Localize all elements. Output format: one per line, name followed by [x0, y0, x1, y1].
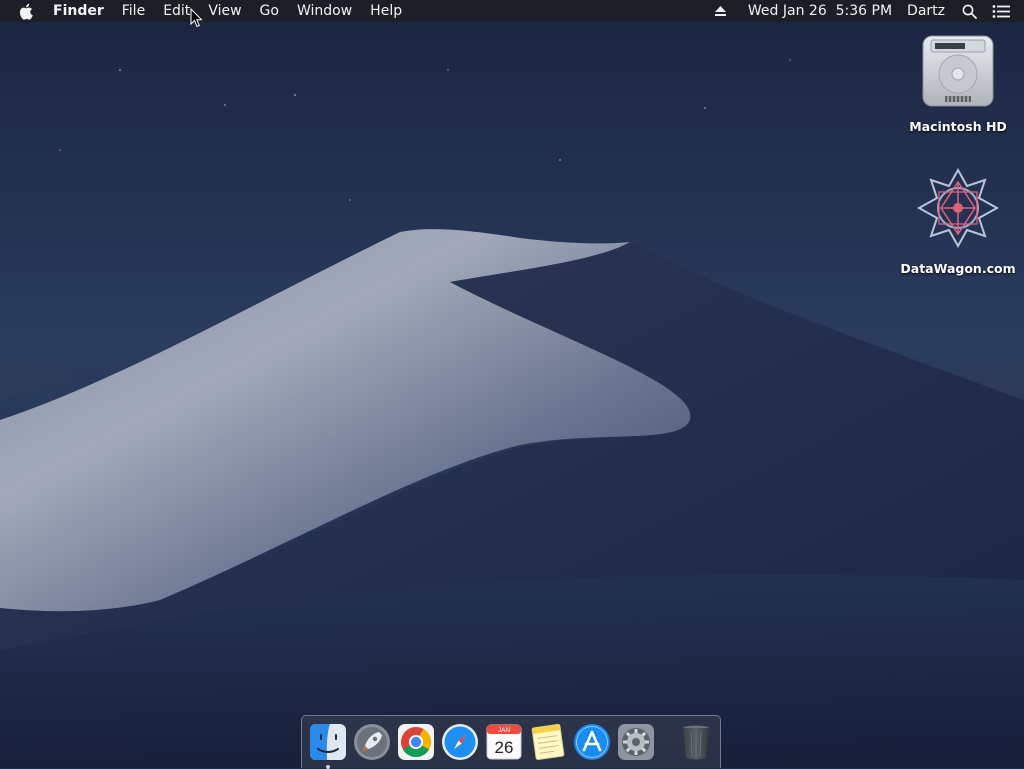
dock-item-calendar[interactable]: JAN 26	[485, 723, 523, 761]
spotlight-button[interactable]	[952, 0, 984, 22]
apple-menu[interactable]	[0, 0, 44, 22]
mouse-pointer-icon	[190, 8, 203, 28]
desktop-wallpaper[interactable]	[0, 0, 1024, 768]
finder-icon	[310, 724, 346, 760]
notification-center-icon	[992, 4, 1010, 18]
gear-icon	[618, 724, 654, 760]
menubar-user[interactable]: Dartz	[899, 0, 952, 22]
desktop-icon-label: DataWagon.com	[900, 261, 1016, 276]
dock-item-trash[interactable]	[677, 723, 715, 761]
dock-item-chrome[interactable]	[397, 723, 435, 761]
menu-go[interactable]: Go	[251, 0, 288, 22]
desktop-icon-macintosh-hd[interactable]: Macintosh HD	[898, 32, 1018, 134]
running-indicator	[326, 765, 330, 769]
trash-icon	[683, 725, 709, 760]
menu-view[interactable]: View	[199, 0, 250, 22]
menu-help[interactable]: Help	[361, 0, 411, 22]
desktop-icon-datawagon[interactable]: DataWagon.com	[898, 167, 1018, 276]
menubar-clock[interactable]: Wed Jan 26 5:36 PM	[734, 0, 899, 22]
calendar-day-label: 26	[495, 738, 514, 757]
calendar-month-label: JAN	[498, 727, 511, 734]
mojave-dunes-image	[0, 0, 1024, 768]
menu-bar: Finder File Edit View Go Window Help Wed…	[0, 0, 1024, 22]
apple-logo-icon	[19, 3, 33, 20]
launchpad-rocket-icon	[354, 724, 390, 760]
eject-icon	[714, 6, 726, 16]
network-volume-icon	[916, 167, 1000, 249]
dock-item-launchpad[interactable]	[353, 723, 391, 761]
menu-file[interactable]: File	[113, 0, 154, 22]
menu-window[interactable]: Window	[288, 0, 361, 22]
app-store-icon	[574, 724, 610, 760]
calendar-icon: JAN 26	[486, 724, 522, 760]
dock-item-notes[interactable]	[529, 723, 567, 761]
desktop-icon-label: Macintosh HD	[909, 119, 1007, 134]
eject-menu-extra[interactable]	[707, 0, 734, 22]
notification-center-button[interactable]	[984, 0, 1024, 22]
chrome-icon	[398, 724, 434, 760]
dock-item-system-preferences[interactable]	[617, 723, 655, 761]
spotlight-search-icon	[962, 4, 977, 19]
hard-drive-icon	[922, 35, 994, 107]
dock-item-finder[interactable]	[309, 723, 347, 769]
notes-icon	[531, 723, 565, 761]
dock-item-app-store[interactable]	[573, 723, 611, 761]
dock-item-safari[interactable]	[441, 723, 479, 761]
app-menu-finder[interactable]: Finder	[44, 0, 113, 22]
dock: JAN 26	[301, 715, 721, 769]
safari-compass-icon	[442, 724, 478, 760]
